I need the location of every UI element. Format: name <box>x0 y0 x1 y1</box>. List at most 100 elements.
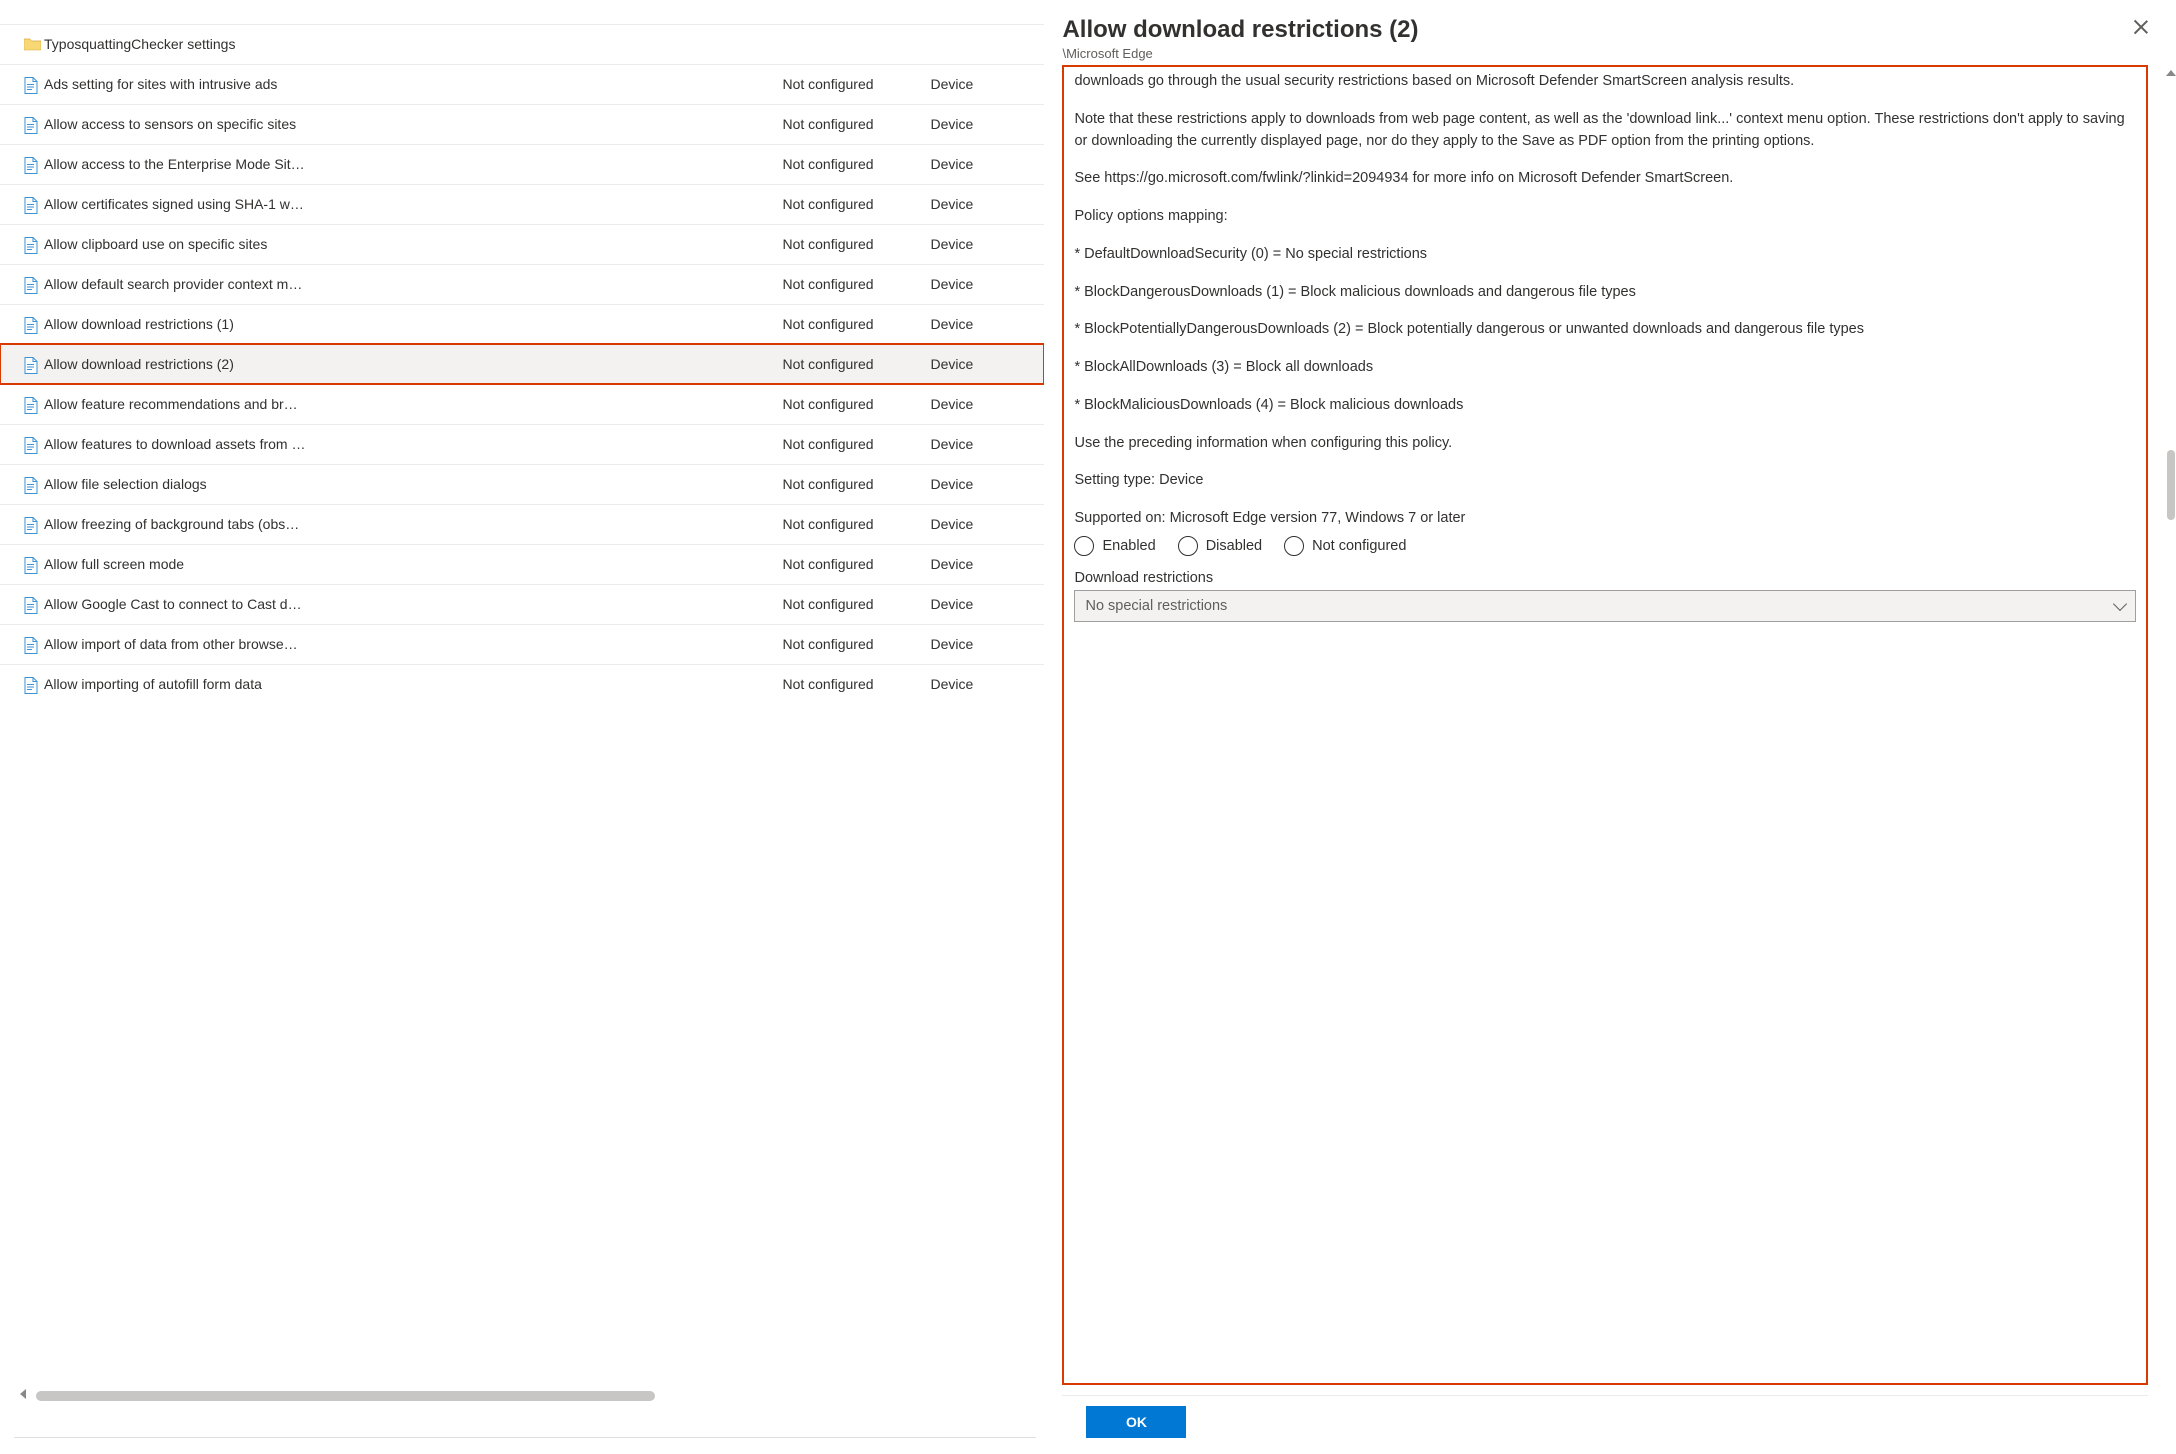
policy-file-icon <box>24 77 38 93</box>
radio-enabled[interactable]: Enabled <box>1074 536 1155 556</box>
setting-state: Not configured <box>776 464 924 504</box>
supported-on-label: Supported on: Microsoft Edge version 77,… <box>1074 508 2136 530</box>
folder-icon <box>24 37 38 53</box>
setting-state: Not configured <box>776 184 924 224</box>
policy-file-icon <box>24 517 38 533</box>
policy-file-icon <box>24 197 38 213</box>
setting-scope: Device <box>924 344 1044 384</box>
table-row[interactable]: Allow full screen modeNot configuredDevi… <box>0 544 1044 584</box>
setting-state: Not configured <box>776 104 924 144</box>
table-row[interactable]: Allow importing of autofill form dataNot… <box>0 664 1044 704</box>
desc-mapping-item: * BlockPotentiallyDangerousDownloads (2)… <box>1074 319 2136 341</box>
desc-mapping-heading: Policy options mapping: <box>1074 206 2136 228</box>
table-row[interactable]: Allow clipboard use on specific sitesNot… <box>0 224 1044 264</box>
setting-name: Allow feature recommendations and br… <box>44 384 776 424</box>
table-row[interactable]: Allow freezing of background tabs (obs…N… <box>0 504 1044 544</box>
setting-state: Not configured <box>776 544 924 584</box>
setting-state: Not configured <box>776 664 924 704</box>
setting-state: Not configured <box>776 304 924 344</box>
policy-file-icon <box>24 597 38 613</box>
dropdown-selected-value: No special restrictions <box>1085 598 1227 614</box>
setting-state: Not configured <box>776 144 924 184</box>
policy-file-icon <box>24 117 38 133</box>
radio-label: Disabled <box>1206 538 1262 554</box>
radio-not-configured[interactable]: Not configured <box>1284 536 1406 556</box>
setting-state: Not configured <box>776 344 924 384</box>
vertical-scrollbar[interactable] <box>2166 70 2176 1396</box>
table-row[interactable]: Allow access to sensors on specific site… <box>0 104 1044 144</box>
setting-scope: Device <box>924 464 1044 504</box>
setting-state: Not configured <box>776 384 924 424</box>
setting-scope: Device <box>924 504 1044 544</box>
table-row[interactable]: Allow file selection dialogsNot configur… <box>0 464 1044 504</box>
breadcrumb: \Microsoft Edge <box>1062 46 2148 61</box>
vertical-scrollbar-thumb[interactable] <box>2167 450 2175 520</box>
table-row-partial <box>0 0 1044 24</box>
policy-file-icon <box>24 397 38 413</box>
setting-name: Ads setting for sites with intrusive ads <box>44 64 776 104</box>
table-row[interactable]: Allow access to the Enterprise Mode Sit…… <box>0 144 1044 184</box>
policy-file-icon <box>24 477 38 493</box>
setting-name: Allow certificates signed using SHA-1 w… <box>44 184 776 224</box>
table-row[interactable]: Allow certificates signed using SHA-1 w…… <box>0 184 1044 224</box>
detail-highlight-box: downloads go through the usual security … <box>1062 65 2148 1385</box>
table-row[interactable]: TyposquattingChecker settings <box>0 24 1044 64</box>
setting-name: Allow file selection dialogs <box>44 464 776 504</box>
setting-state: Not configured <box>776 224 924 264</box>
settings-table: TyposquattingChecker settingsAds setting… <box>0 0 1044 704</box>
scroll-arrow-left-icon[interactable] <box>20 1389 26 1399</box>
state-radio-group: Enabled Disabled Not configured <box>1074 536 2136 556</box>
setting-name: Allow access to the Enterprise Mode Sit… <box>44 144 776 184</box>
setting-name: Allow download restrictions (1) <box>44 304 776 344</box>
setting-scope: Device <box>924 144 1044 184</box>
setting-scope: Device <box>924 224 1044 264</box>
policy-file-icon <box>24 357 38 373</box>
table-row[interactable]: Allow default search provider context m…… <box>0 264 1044 304</box>
setting-name: Allow default search provider context m… <box>44 264 776 304</box>
policy-file-icon <box>24 237 38 253</box>
table-row[interactable]: Allow features to download assets from …… <box>0 424 1044 464</box>
horizontal-scrollbar[interactable] <box>36 1391 1034 1401</box>
radio-disabled[interactable]: Disabled <box>1178 536 1262 556</box>
setting-type-label: Setting type: Device <box>1074 470 2136 492</box>
setting-scope: Device <box>924 384 1044 424</box>
table-row[interactable]: Allow Google Cast to connect to Cast d…N… <box>0 584 1044 624</box>
setting-state: Not configured <box>776 504 924 544</box>
setting-state: Not configured <box>776 64 924 104</box>
setting-name: Allow full screen mode <box>44 544 776 584</box>
desc-paragraph: Use the preceding information when confi… <box>1074 433 2136 455</box>
table-row[interactable]: Allow download restrictions (2)Not confi… <box>0 344 1044 384</box>
setting-name: Allow Google Cast to connect to Cast d… <box>44 584 776 624</box>
setting-scope: Device <box>924 424 1044 464</box>
radio-label: Enabled <box>1102 538 1155 554</box>
setting-state: Not configured <box>776 584 924 624</box>
policy-file-icon <box>24 277 38 293</box>
setting-name: Allow features to download assets from … <box>44 424 776 464</box>
divider <box>14 1437 1036 1438</box>
policy-file-icon <box>24 557 38 573</box>
setting-scope: Device <box>924 544 1044 584</box>
table-row[interactable]: Ads setting for sites with intrusive ads… <box>0 64 1044 104</box>
desc-mapping-item: * BlockDangerousDownloads (1) = Block ma… <box>1074 282 2136 304</box>
download-restrictions-dropdown[interactable]: No special restrictions <box>1074 590 2136 622</box>
policy-description: downloads go through the usual security … <box>1074 71 2136 530</box>
setting-name: Allow access to sensors on specific site… <box>44 104 776 144</box>
desc-mapping-item: * BlockMaliciousDownloads (4) = Block ma… <box>1074 395 2136 417</box>
scroll-arrow-up-icon[interactable] <box>2166 70 2176 76</box>
radio-label: Not configured <box>1312 538 1406 554</box>
table-row[interactable]: Allow import of data from other browse…N… <box>0 624 1044 664</box>
setting-state: Not configured <box>776 264 924 304</box>
horizontal-scrollbar-thumb[interactable] <box>36 1391 655 1401</box>
chevron-down-icon <box>2113 597 2127 611</box>
table-row[interactable]: Allow download restrictions (1)Not confi… <box>0 304 1044 344</box>
setting-name: TyposquattingChecker settings <box>44 24 776 64</box>
setting-scope <box>924 24 1044 64</box>
setting-state: Not configured <box>776 424 924 464</box>
table-row[interactable]: Allow feature recommendations and br…Not… <box>0 384 1044 424</box>
setting-state <box>776 24 924 64</box>
close-icon[interactable] <box>2132 18 2150 36</box>
setting-state: Not configured <box>776 624 924 664</box>
settings-list-pane: TyposquattingChecker settingsAds setting… <box>0 0 1044 1454</box>
ok-button[interactable]: OK <box>1086 1406 1186 1438</box>
setting-scope: Device <box>924 624 1044 664</box>
